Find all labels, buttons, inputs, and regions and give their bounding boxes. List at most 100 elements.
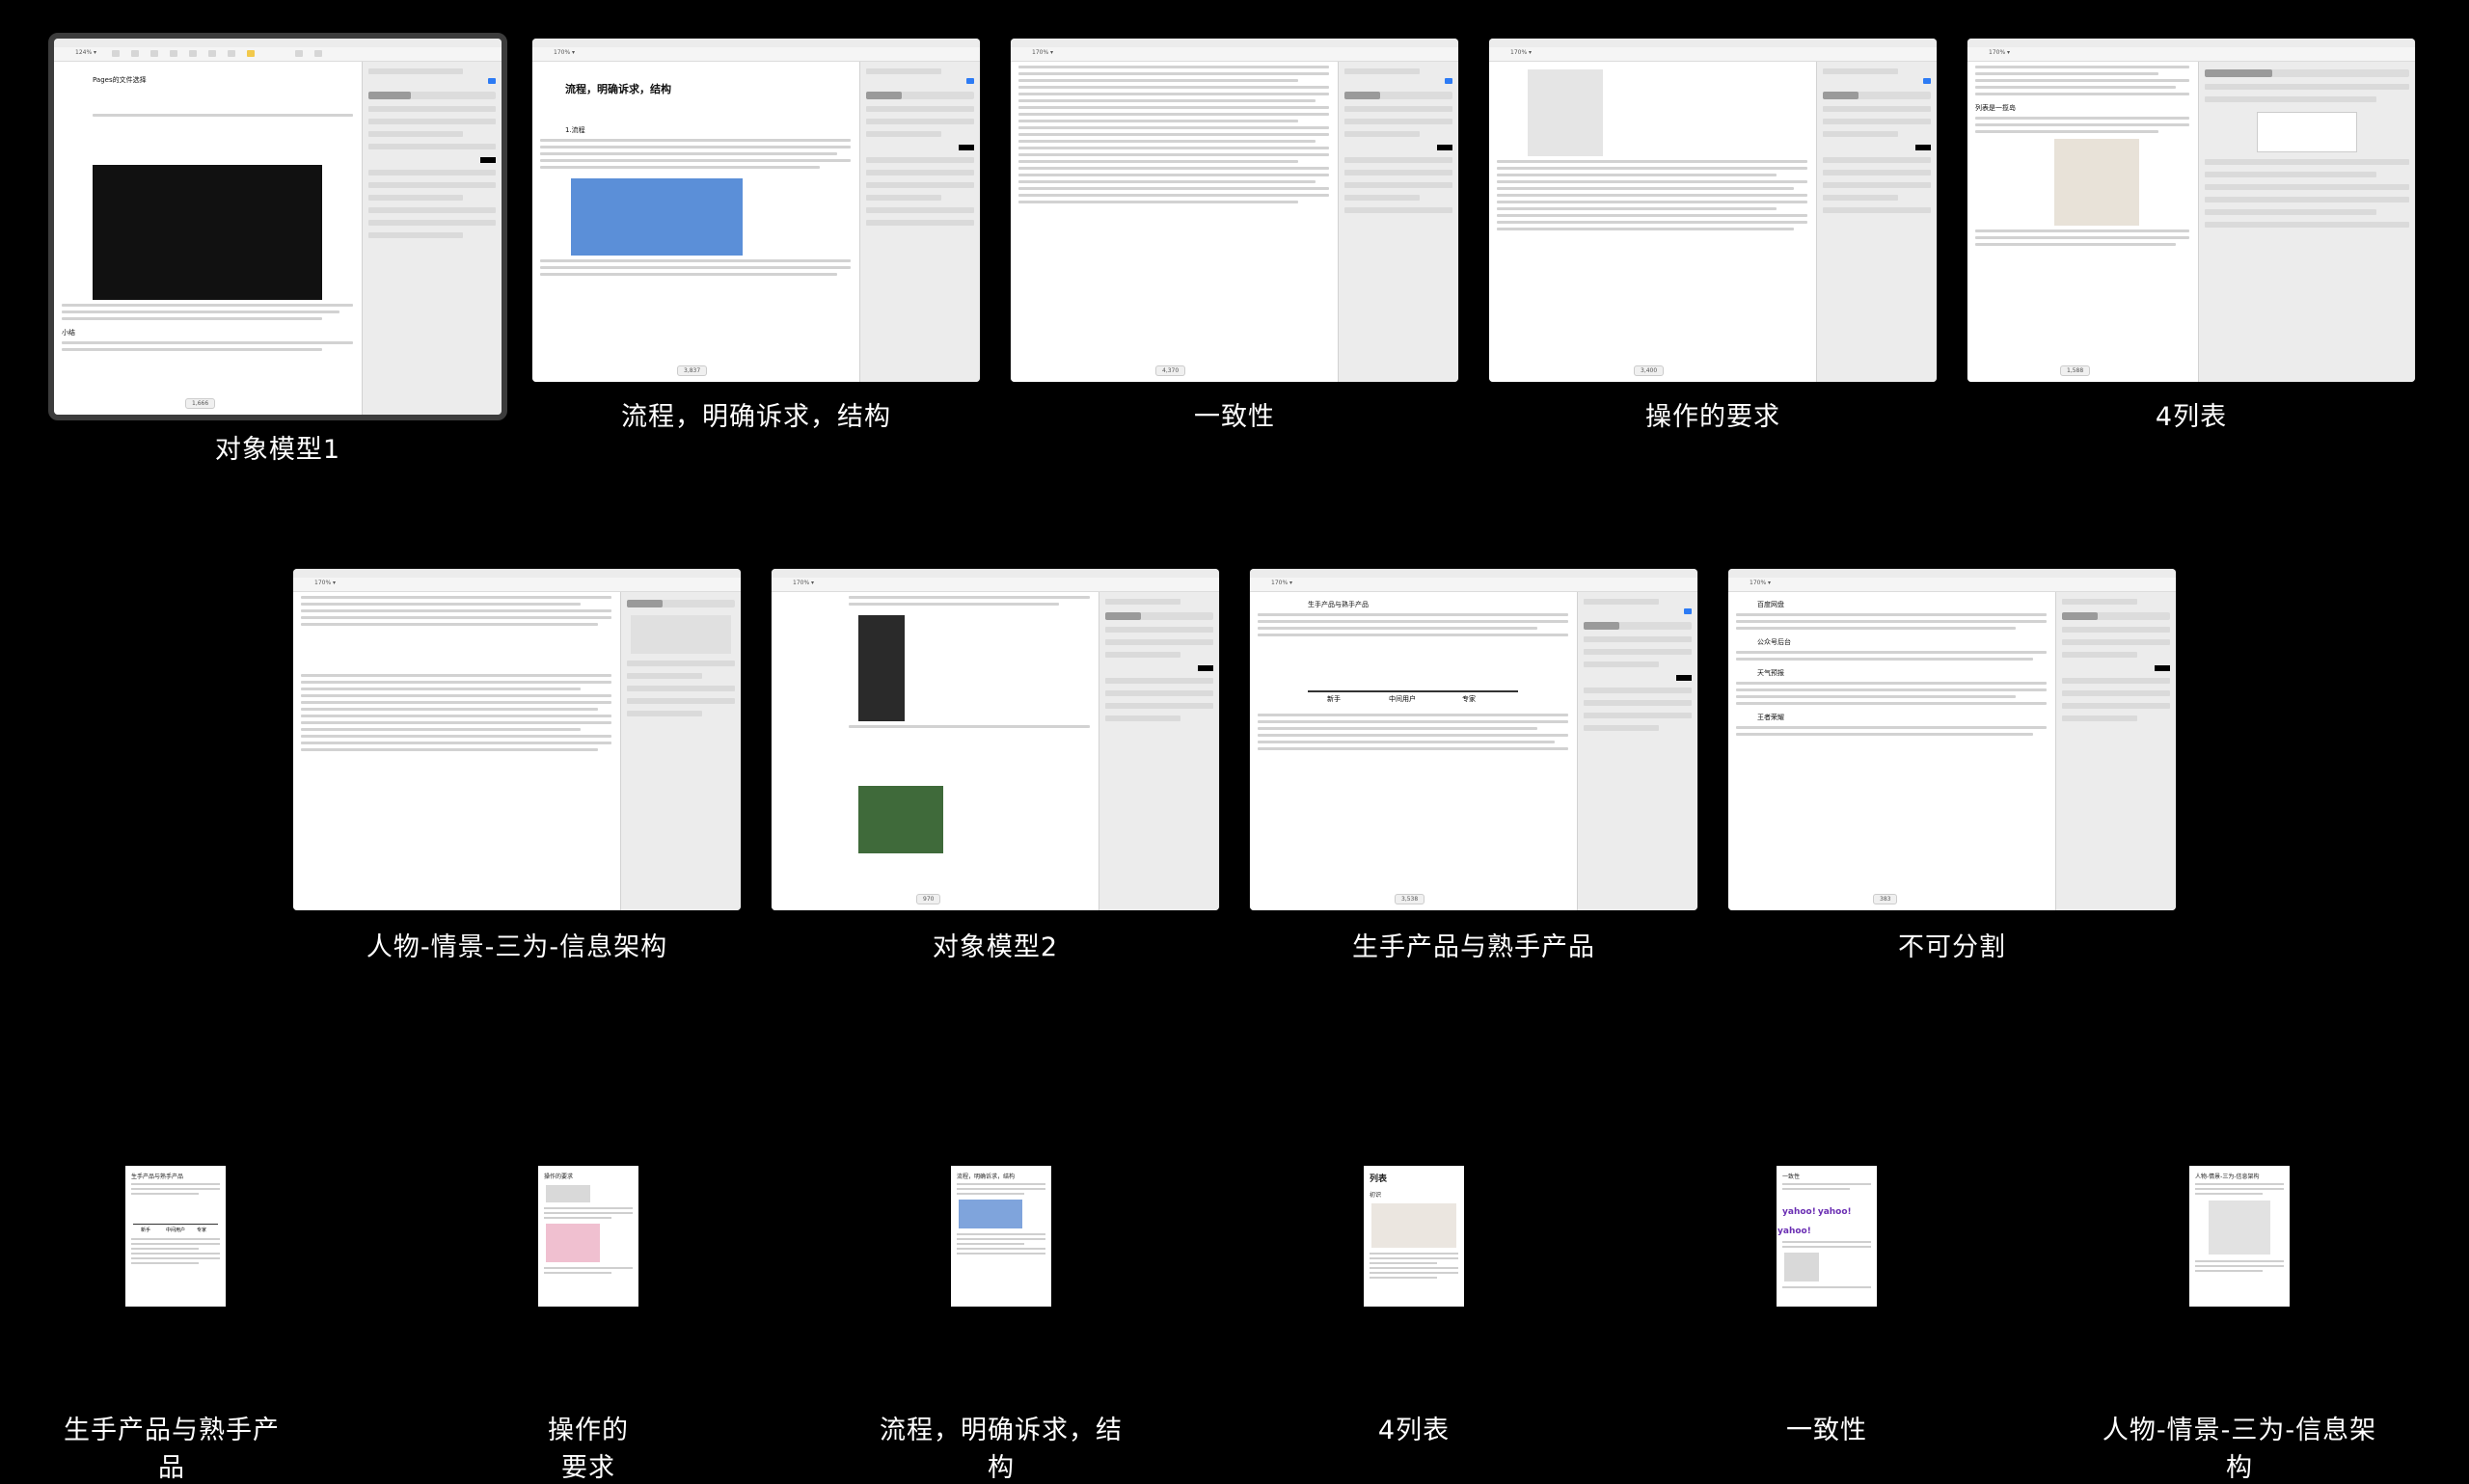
phone-screenshot-image (858, 615, 905, 721)
format-inspector[interactable] (1338, 62, 1458, 382)
document-canvas (1011, 62, 1337, 382)
page-thumbnail-4-liebiao[interactable]: 列表 初识 4列表 (1362, 1166, 1593, 1455)
page-label: 流程，明确诉求，结构 (880, 1416, 1123, 1483)
format-inspector[interactable] (620, 592, 741, 910)
diagram-label-expert: 专家 (1462, 695, 1476, 703)
document-page: 生手产品与熟手产品 新手 中间用户 专家 (125, 1166, 226, 1307)
page-thumbnail-liucheng[interactable]: 流程，明确诉求，结构 流程，明确诉求，结构 (880, 1166, 1180, 1483)
document-canvas: 列表是一揽岛 (1967, 62, 2197, 382)
document-canvas: Pages的文件选择 小结 (54, 62, 361, 415)
page-subheading: 初识 (1370, 1192, 1382, 1199)
window-preview: 170% ▾ 生手产品与熟手产品 新手 中间用户 专家 3,538 (1250, 569, 1697, 910)
user-level-diagram: 新手 中间用户 专家 (133, 1204, 218, 1233)
word-count: 1,666 (185, 398, 216, 409)
zoom-label: 170% ▾ (1750, 580, 1772, 586)
zoom-label: 170% ▾ (1271, 580, 1293, 586)
screenshot-image (1528, 69, 1603, 156)
window-label: 对象模型2 (932, 932, 1059, 962)
format-inspector[interactable] (362, 62, 502, 415)
page-thumbnail-shengshou[interactable]: 生手产品与熟手产品 新手 中间用户 专家 生手产品与熟手产品 (64, 1166, 347, 1483)
zoom-label: 170% ▾ (793, 580, 815, 586)
document-canvas (772, 592, 1098, 910)
document-canvas: 生手产品与熟手产品 新手 中间用户 专家 (1250, 592, 1576, 910)
window-thumbnail-shengshou[interactable]: 170% ▾ 生手产品与熟手产品 新手 中间用户 专家 3,538 生手产品与熟… (1250, 569, 1697, 964)
page-heading: 生手产品与熟手产品 (131, 1174, 184, 1180)
diagram-label-expert: 专家 (197, 1228, 207, 1233)
window-thumbnail-liucheng[interactable]: 170% ▾ 流程，明确诉求，结构 1.流程 3,837 流程，明确诉求，结构 (532, 39, 980, 434)
sub-heading: 天气预报 (1757, 669, 1784, 677)
page-heading: 操作的要求 (544, 1174, 574, 1180)
window-preview: 170% ▾ 970 (772, 569, 1219, 910)
page-label: 生手产品与熟手产品 (64, 1416, 280, 1483)
page-label: 一致性 (1786, 1416, 1867, 1445)
page-thumbnail-caozuo[interactable]: 操作的要求 操作的要求 (536, 1166, 768, 1483)
page-heading: 一致性 (1782, 1174, 1801, 1180)
page-label: 4列表 (1377, 1416, 1451, 1445)
zoom-label: 170% ▾ (554, 49, 576, 56)
diagram-label-intermediate: 中间用户 (1389, 695, 1416, 703)
document-canvas: 流程，明确诉求，结构 1.流程 (532, 62, 858, 382)
yahoo-logo: yahoo! (1777, 1227, 1811, 1236)
window-thumbnail-bukefenge[interactable]: 170% ▾ 百度网盘 公众号后台 天气预报 王者荣耀 383 不可分割 (1728, 569, 2176, 964)
page-label: 操作的要求 (548, 1416, 629, 1483)
window-preview: 170% ▾ 流程，明确诉求，结构 1.流程 3,837 (532, 39, 980, 382)
format-inspector[interactable] (1577, 592, 1697, 910)
word-count: 970 (916, 894, 941, 904)
format-inspector[interactable] (2055, 592, 2176, 910)
screenshot-image (2054, 139, 2139, 226)
page-label: 人物-情景-三为-信息架构 (2102, 1416, 2377, 1483)
word-count: 383 (1873, 894, 1898, 904)
window-thumbnail-yizhixing[interactable]: 170% ▾ 4,370 一致性 (1011, 39, 1458, 434)
format-inspector[interactable] (859, 62, 980, 382)
window-preview: 170% ▾ 百度网盘 公众号后台 天气预报 王者荣耀 383 (1728, 569, 2176, 910)
page-thumbnail-renwu-qingjing[interactable]: 人物-情景-三为-信息架构 人物-情景-三为-信息架构 (2103, 1166, 2419, 1483)
section-heading: 1.流程 (565, 126, 585, 134)
document-page: 操作的要求 (538, 1166, 638, 1307)
document-canvas (1489, 62, 1815, 382)
window-label: 流程，明确诉求，结构 (621, 402, 891, 432)
document-canvas: 百度网盘 公众号后台 天气预报 王者荣耀 (1728, 592, 2054, 910)
window-label: 人物-情景-三为-信息架构 (366, 932, 668, 962)
zoom-label: 170% ▾ (1032, 49, 1054, 56)
diagram-label-novice: 新手 (141, 1228, 151, 1233)
yahoo-logos: yahoo! yahoo!yahoo! (1777, 1200, 1877, 1238)
zoom-label: 170% ▾ (1989, 49, 2011, 56)
document-page: 流程，明确诉求，结构 (951, 1166, 1051, 1307)
window-label: 对象模型1 (214, 435, 341, 465)
document-page: 一致性 yahoo! yahoo!yahoo! (1777, 1166, 1877, 1307)
yahoo-logo: yahoo! (1817, 1207, 1852, 1217)
page-heading: 人物-情景-三为-信息架构 (2195, 1174, 2260, 1180)
photo-image (858, 786, 943, 853)
yahoo-logo: yahoo! (1782, 1207, 1816, 1217)
document-inspector[interactable] (2198, 62, 2415, 382)
window-label: 一致性 (1194, 402, 1275, 432)
document-heading: 生手产品与熟手产品 (1308, 601, 1369, 608)
window-preview: 170% ▾ 列表是一揽岛 1,588 (1967, 39, 2415, 382)
window-preview: 170% ▾ 4,370 (1011, 39, 1458, 382)
window-label: 操作的要求 (1645, 402, 1780, 432)
window-toolbar: 124% ▾ (54, 47, 502, 62)
word-count: 3,837 (677, 365, 708, 376)
window-thumbnail-4-liebiao[interactable]: 170% ▾ 列表是一揽岛 1,588 4列表 (1967, 39, 2415, 434)
document-heading: 流程，明确诉求，结构 (565, 83, 671, 95)
word-count: 1,588 (2060, 365, 2091, 376)
word-count: 3,400 (1634, 365, 1665, 376)
section-heading: 列表是一揽岛 (1975, 104, 2016, 112)
document-heading: 百度网盘 (1757, 601, 1784, 608)
zoom-label: 170% ▾ (314, 580, 337, 586)
page-thumbnail-yizhixing[interactable]: 一致性 yahoo! yahoo!yahoo! 一致性 (1775, 1166, 2006, 1455)
document-page: 人物-情景-三为-信息架构 (2189, 1166, 2290, 1307)
sub-heading: 王者荣耀 (1757, 714, 1784, 721)
document-canvas (293, 592, 619, 910)
format-inspector[interactable] (1099, 592, 1219, 910)
document-heading: Pages的文件选择 (93, 76, 147, 84)
diagram-label-novice: 新手 (1327, 695, 1341, 703)
window-thumbnail-duixiang-moxing-1[interactable]: 124% ▾ Pages的文件选择 小结 1,666 对象模型1 (48, 33, 507, 465)
window-preview: 170% ▾ (293, 569, 741, 910)
window-thumbnail-duixiang-moxing-2[interactable]: 170% ▾ 970 对象模型2 (772, 569, 1219, 964)
window-preview: 124% ▾ Pages的文件选择 小结 1,666 (48, 33, 507, 420)
format-inspector[interactable] (1816, 62, 1937, 382)
window-thumbnail-caozuo[interactable]: 170% ▾ 3,400 操作的要求 (1489, 39, 1937, 434)
zoom-label: 124% ▾ (75, 49, 97, 56)
window-thumbnail-renwu-qingjing[interactable]: 170% ▾ 人物-情景-三为-信息架构 (293, 569, 741, 964)
